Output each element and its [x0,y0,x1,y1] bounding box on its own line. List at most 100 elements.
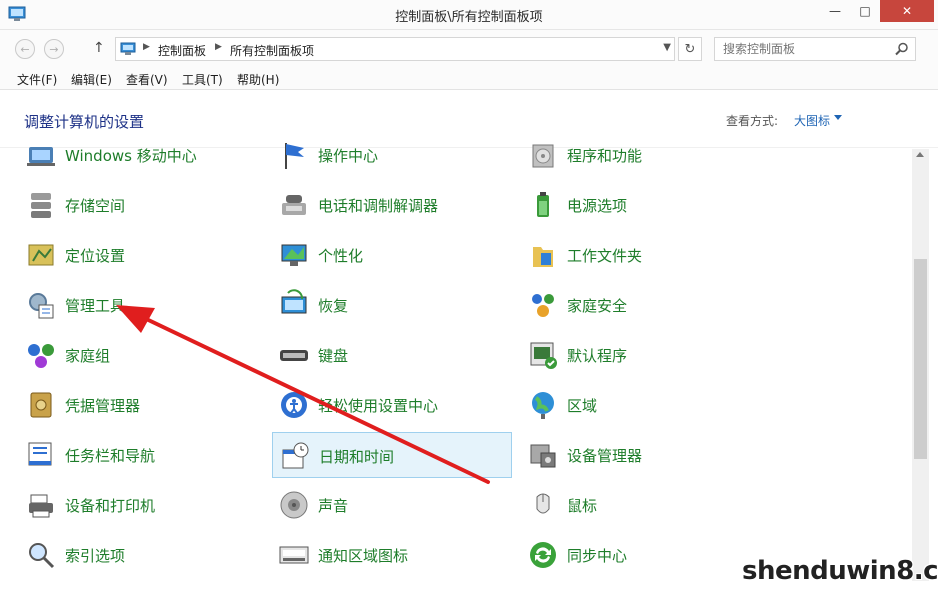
control-panel-item[interactable]: 电源选项 [521,182,761,228]
devices-printers-icon [29,494,53,518]
control-panel-item-label: 操作中心 [318,147,379,165]
date-time-icon [282,442,309,469]
control-panel-item-label: Windows 移动中心 [65,147,197,165]
search-input[interactable] [715,38,893,60]
work-folders-icon [533,247,553,267]
address-bar[interactable]: ▶ 控制面板 ▶ 所有控制面板项 ▼ [115,37,675,61]
control-panel-item[interactable]: 索引选项 [19,532,259,578]
window-title: 控制面板\所有控制面板项 [395,10,543,25]
control-panel-item[interactable]: 家庭安全 [521,282,761,328]
mouse-icon [536,493,550,514]
scroll-up-icon[interactable] [916,152,924,157]
mobility-center-icon [27,147,55,166]
chevron-right-icon[interactable]: ▶ [143,42,150,52]
admin-tools-icon [29,293,54,319]
menu-file[interactable]: 文件(F) [17,71,57,88]
vertical-scrollbar[interactable] [912,149,929,581]
scroll-thumb[interactable] [914,259,927,459]
ease-of-access-icon [281,392,307,418]
control-panel-item-label: 定位设置 [65,247,126,265]
menu-edit[interactable]: 编辑(E) [71,71,112,88]
control-panel-item[interactable]: 默认程序 [521,332,761,378]
control-panel-item[interactable]: 家庭组 [19,332,259,378]
region-globe-icon [532,392,554,419]
control-panel-item[interactable]: 日期和时间 [272,432,512,478]
control-panel-item-label: 键盘 [318,347,349,365]
control-panel-item[interactable]: 任务栏和导航 [19,432,259,478]
control-panel-item[interactable]: 个性化 [272,232,512,278]
phone-modem-icon [282,195,306,215]
control-panel-item-label: 通知区域图标 [318,547,409,565]
search-box[interactable] [714,37,916,61]
view-by-label: 查看方式: [726,114,779,128]
control-panel-icon [120,42,136,55]
forward-button[interactable]: → [44,39,64,59]
control-panel-item[interactable]: 恢复 [272,282,512,328]
control-panel-item[interactable]: 存储空间 [19,182,259,228]
maximize-button[interactable]: □ [850,0,880,22]
sync-center-icon [530,542,556,568]
arrow-right-icon: → [49,42,59,56]
control-panel-item-label: 工作文件夹 [567,247,643,265]
address-row: ← → ↑ ▶ 控制面板 ▶ 所有控制面板项 ▼ ↻ [0,30,938,66]
control-panel-item[interactable]: 鼠标 [521,482,761,528]
control-panel-item[interactable]: 工作文件夹 [521,232,761,278]
control-panel-item[interactable]: 声音 [272,482,512,528]
credential-manager-icon [30,392,52,418]
menu-view[interactable]: 查看(V) [126,71,168,88]
control-panel-item-label: 家庭安全 [567,297,628,315]
device-manager-icon [530,444,556,468]
recovery-icon [281,289,307,314]
menu-help[interactable]: 帮助(H) [237,71,279,88]
breadcrumb-all-items[interactable]: 所有控制面板项 [230,42,314,59]
control-panel-item[interactable]: 键盘 [272,332,512,378]
default-programs-icon [530,342,557,369]
breadcrumb-control-panel[interactable]: 控制面板 [158,42,206,59]
control-panel-item[interactable]: 区域 [521,382,761,428]
close-button[interactable]: ✕ [880,0,934,22]
watermark: shenduwin8.com [742,556,938,586]
homegroup-icon [28,344,54,368]
control-panel-item[interactable]: 操作中心 [272,132,512,178]
control-panel-item[interactable]: Windows 移动中心 [19,132,259,178]
control-panel-item-label: 索引选项 [65,547,126,565]
chevron-right-icon[interactable]: ▶ [215,42,222,52]
menu-tools[interactable]: 工具(T) [182,71,223,88]
chevron-down-icon[interactable]: ▼ [663,42,671,53]
control-panel-item-label: 设备和打印机 [65,497,156,515]
control-panel-item-label: 电话和调制解调器 [318,197,439,215]
control-panel-item-label: 日期和时间 [319,448,395,466]
control-panel-item-label: 同步中心 [567,547,628,565]
caret-down-icon[interactable] [834,115,842,120]
control-panel-item[interactable]: 同步中心 [521,532,761,578]
indexing-options-icon [29,543,55,569]
control-panel-item-label: 家庭组 [65,347,111,365]
control-panel-item[interactable]: 通知区域图标 [272,532,512,578]
notification-area-icon [279,546,309,564]
search-icon[interactable] [895,42,909,56]
back-button[interactable]: ← [15,39,35,59]
control-panel-item[interactable]: 管理工具 [19,282,259,328]
control-panel-item[interactable]: 轻松使用设置中心 [272,382,512,428]
arrow-up-icon: ↑ [93,40,105,56]
up-button[interactable]: ↑ [93,40,105,56]
control-panel-item-label: 区域 [567,397,598,415]
control-panel-item-label: 电源选项 [567,197,628,215]
control-panel-item[interactable]: 设备和打印机 [19,482,259,528]
control-panel-item[interactable]: 定位设置 [19,232,259,278]
control-panel-item[interactable]: 设备管理器 [521,432,761,478]
control-panel-item[interactable]: 程序和功能 [521,132,761,178]
arrow-left-icon: ← [20,42,30,56]
view-by-dropdown[interactable]: 大图标 [794,112,830,129]
control-panel-item[interactable]: 电话和调制解调器 [272,182,512,228]
control-panel-item-label: 个性化 [318,247,364,265]
page-title: 调整计算机的设置 [24,113,145,131]
control-panel-item[interactable]: 凭据管理器 [19,382,259,428]
minimize-button[interactable]: — [820,0,850,22]
family-safety-icon [532,294,554,317]
personalization-icon [281,244,307,266]
control-panel-item-label: 默认程序 [567,347,628,365]
sound-icon [280,491,308,519]
taskbar-navigation-icon [28,442,52,466]
refresh-button[interactable]: ↻ [678,37,702,61]
